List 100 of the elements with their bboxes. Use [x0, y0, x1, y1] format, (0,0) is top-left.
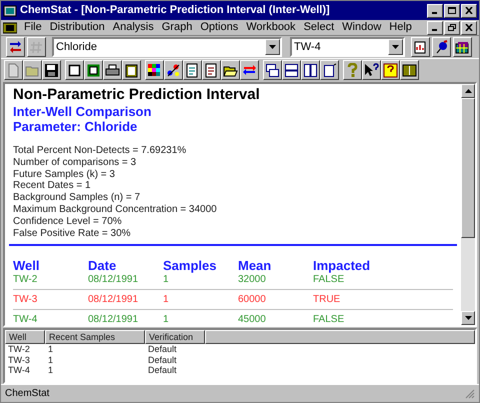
framed-page-icon [86, 62, 101, 78]
square-frame-button[interactable] [65, 60, 84, 80]
up-arrow-icon [464, 89, 472, 93]
table-cell-text: FALSE [313, 273, 346, 286]
menu-item[interactable]: Help [385, 19, 416, 36]
grid-table-button[interactable] [453, 37, 472, 57]
app-icon [3, 4, 17, 18]
dropdown-arrow-icon [392, 45, 399, 49]
scroll-up-button[interactable] [461, 84, 475, 98]
statistic-line: Total Percent Non-Detects = 7.69231% [13, 145, 188, 157]
table-cell-text: TW-4 [13, 313, 38, 325]
new-page-icon [6, 62, 21, 78]
column-header: Mean [238, 258, 272, 274]
pin-button[interactable] [432, 37, 451, 57]
horizontal-split-button[interactable] [282, 60, 301, 80]
table-cell-text: TRUE [313, 293, 342, 306]
scatter-chart-icon [166, 62, 181, 78]
help-book-icon [383, 62, 398, 78]
open-folder-button[interactable] [221, 60, 240, 80]
statistic-line: Confidence Level = 70% [13, 216, 123, 228]
menu-item[interactable]: Distribution [46, 19, 109, 36]
statistic-line: Future Samples (k) = 3 [13, 168, 116, 180]
menu-item[interactable]: Analysis [108, 19, 158, 36]
grid-cell-text: 1 [47, 365, 54, 376]
pin-icon [434, 40, 449, 54]
menu-item[interactable]: Options [196, 19, 242, 36]
grid-cell-text: TW-2 [7, 344, 31, 354]
tab-page-button[interactable] [183, 60, 202, 80]
window-title: ChemStat - [Non-Parametric Prediction Interval (Inter-Well)] [20, 3, 330, 18]
parameter-dropdown[interactable]: Chloride [52, 37, 282, 57]
column-header[interactable]: Well [5, 330, 45, 344]
report-title: Non-Parametric Prediction Interval [13, 86, 261, 104]
color-grid-icon [147, 62, 162, 78]
grid-table-icon [455, 40, 470, 54]
minimize-button[interactable] [427, 20, 443, 34]
column-header[interactable]: Verification [145, 330, 205, 344]
minimize-button[interactable] [427, 4, 443, 18]
single-window-icon [322, 62, 337, 78]
menu-item[interactable]: Workbook [242, 19, 300, 36]
help-book-button[interactable] [381, 60, 400, 80]
swap-arrows-button[interactable] [6, 37, 25, 57]
grid-cell-text: Default [147, 344, 178, 354]
maximize-button[interactable] [444, 4, 460, 18]
printer-icon [105, 62, 120, 78]
restore-button[interactable] [444, 20, 460, 34]
column-header: Impacted [313, 258, 372, 274]
menu-item[interactable]: File [20, 19, 46, 36]
restore-icon [448, 24, 456, 31]
menu-item[interactable]: Window [338, 19, 386, 36]
swap-arrows-icon [242, 62, 257, 78]
framed-page-button[interactable] [84, 60, 103, 80]
statistic-line: Maximum Background Concentration = 34000 [13, 204, 218, 216]
report-subtitle: Inter-Well Comparison [13, 104, 152, 119]
down-arrow-icon [464, 316, 472, 320]
help-button[interactable] [343, 60, 362, 80]
table-cell-text: 1 [163, 293, 170, 306]
resize-grip-icon[interactable] [465, 388, 475, 398]
table-cell-text: 08/12/1991 [88, 293, 140, 306]
scroll-down-button[interactable] [461, 311, 475, 325]
floppy-disk-button[interactable] [42, 60, 61, 80]
close-button[interactable] [461, 20, 477, 34]
statistic-line: Recent Dates = 1 [13, 180, 92, 192]
grid-cell-text: 1 [47, 354, 54, 365]
well-dropdown[interactable]: TW-4 [290, 37, 405, 57]
chart-page-icon [413, 40, 428, 54]
grid-cell-text: 1 [47, 344, 54, 354]
square-frame-icon [67, 62, 82, 78]
parameter-heading: Parameter: Chloride [13, 119, 138, 135]
grid-cell-text: Default [147, 354, 178, 365]
close-button[interactable] [461, 4, 477, 18]
column-header: Samples [163, 258, 218, 274]
hash-icon [29, 40, 44, 54]
maximize-icon [448, 7, 456, 14]
status-text: ChemStat [5, 387, 50, 401]
menu-item[interactable]: Graph [158, 19, 196, 36]
statistic-line: False Positive Rate = 30% [13, 228, 132, 240]
color-grid-button[interactable] [145, 60, 164, 80]
column-header: Date [88, 258, 118, 274]
table-cell-text: 08/12/1991 [88, 313, 140, 325]
printer-button[interactable] [103, 60, 122, 80]
column-header[interactable]: Recent Samples [45, 330, 145, 344]
single-window-button[interactable] [320, 60, 339, 80]
close-icon [465, 24, 473, 31]
grid-cell-text: TW-4 [7, 365, 31, 376]
tab-page-icon [185, 62, 200, 78]
rtf-page-button[interactable] [202, 60, 221, 80]
table-cell-text: 1 [163, 273, 170, 286]
dropdown-arrow-icon [269, 45, 276, 49]
pointer-question-button[interactable] [362, 60, 381, 80]
chart-page-button[interactable] [411, 37, 430, 57]
swap-arrows-button[interactable] [240, 60, 259, 80]
menu-item[interactable]: Select [300, 19, 338, 36]
scroll-thumb[interactable] [461, 98, 475, 238]
vertical-split-button[interactable] [301, 60, 320, 80]
cascade-windows-button[interactable] [263, 60, 282, 80]
swap-arrows-icon [8, 40, 23, 54]
table-cell-text: 32000 [238, 273, 267, 286]
grid-cell-text: Default [147, 365, 178, 376]
scrollbar[interactable] [461, 84, 475, 325]
scatter-chart-button[interactable] [164, 60, 183, 80]
